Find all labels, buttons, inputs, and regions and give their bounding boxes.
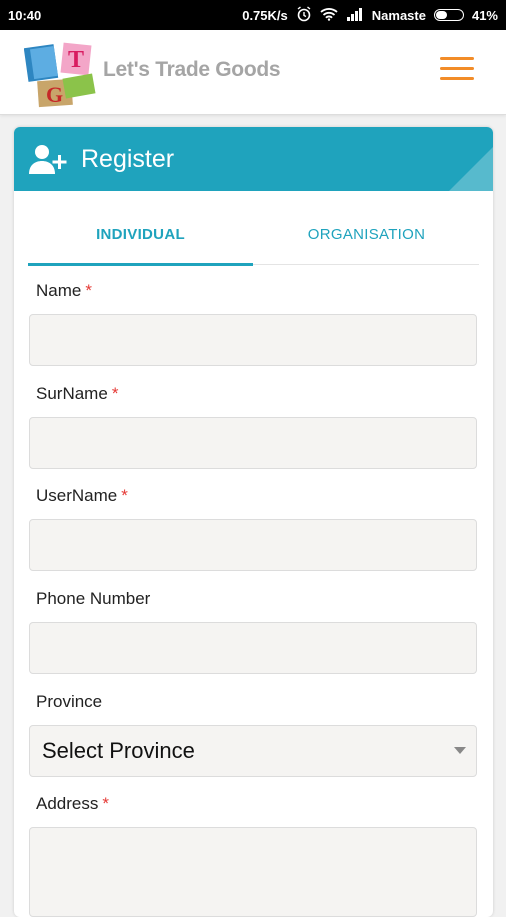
- surname-label: SurName *: [36, 384, 118, 404]
- network-speed: 0.75K/s: [242, 7, 288, 23]
- register-card: Register INDIVIDUAL ORGANISATION Name * S…: [14, 127, 493, 917]
- battery-level: 41%: [471, 7, 498, 23]
- required-mark: *: [121, 486, 128, 505]
- username-label-text: UserName: [36, 486, 118, 505]
- required-mark: *: [85, 281, 92, 300]
- carrier-name: Namaste: [371, 7, 426, 23]
- username-input[interactable]: [29, 519, 477, 571]
- address-textarea[interactable]: [29, 827, 477, 917]
- phone-input[interactable]: [29, 622, 477, 674]
- tab-individual[interactable]: INDIVIDUAL: [28, 207, 253, 266]
- card-header: Register: [14, 127, 493, 191]
- province-select-value: Select Province: [42, 738, 195, 763]
- brand-name: Let's Trade Goods: [103, 58, 281, 81]
- required-mark: *: [102, 794, 109, 813]
- alarm-icon: [296, 5, 312, 25]
- card-title: Register: [81, 145, 175, 173]
- address-label-text: Address: [36, 794, 99, 813]
- status-bar: 10:40 0.75K/s Namaste 41%: [0, 0, 506, 30]
- phone-label: Phone Number: [36, 589, 151, 608]
- account-type-tabs: INDIVIDUAL ORGANISATION: [28, 207, 479, 266]
- logo-letter-g: G: [46, 82, 64, 107]
- status-time: 10:40: [8, 7, 42, 23]
- logo-letter-t: T: [68, 47, 85, 73]
- surname-input[interactable]: [29, 417, 477, 469]
- username-label: UserName *: [36, 486, 128, 506]
- name-label-text: Name: [36, 281, 82, 300]
- add-user-icon: [29, 145, 67, 174]
- surname-label-text: SurName: [36, 384, 108, 403]
- signal-icon: [346, 7, 364, 24]
- battery-icon: [433, 9, 464, 21]
- province-select[interactable]: Select Province: [29, 725, 477, 777]
- address-label: Address *: [36, 794, 109, 814]
- name-input[interactable]: [29, 314, 477, 366]
- header-corner-decoration: [449, 147, 493, 191]
- dropdown-caret-icon: [454, 747, 466, 754]
- logo[interactable]: T G: [23, 38, 98, 108]
- province-label: Province: [36, 692, 103, 711]
- tab-organisation[interactable]: ORGANISATION: [254, 207, 479, 263]
- wifi-icon: [320, 7, 338, 24]
- name-label: Name *: [36, 281, 92, 301]
- app-bar: T G Let's Trade Goods: [0, 30, 506, 115]
- menu-icon[interactable]: [440, 57, 474, 83]
- required-mark: *: [111, 384, 119, 403]
